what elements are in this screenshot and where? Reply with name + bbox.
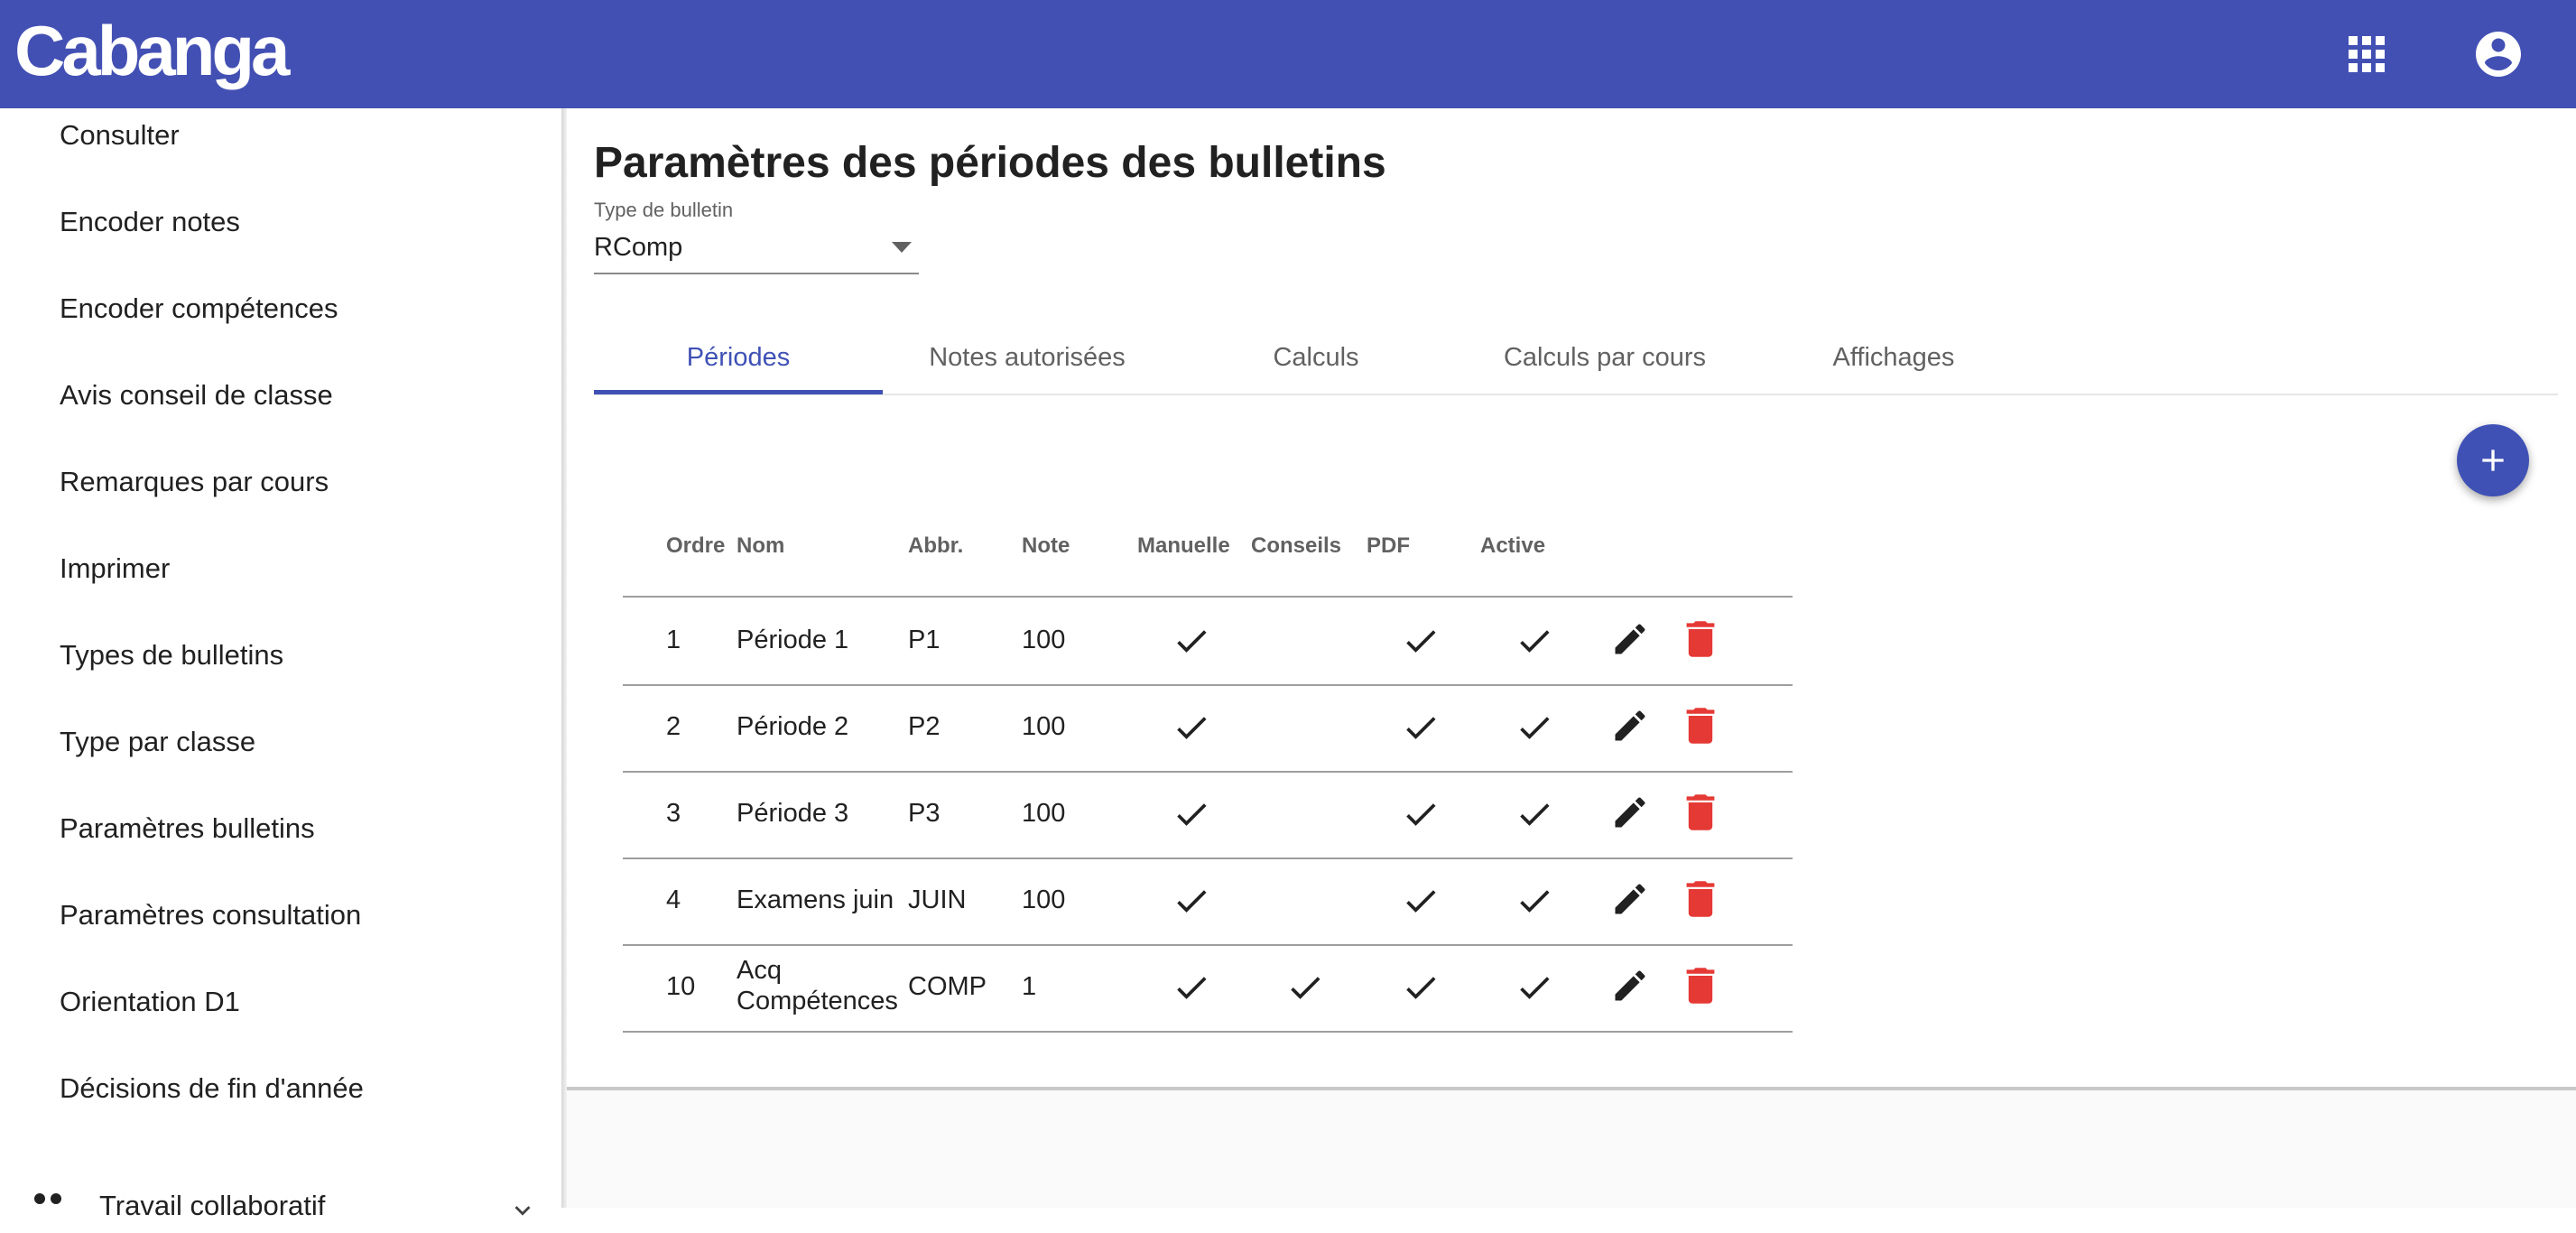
- table-row[interactable]: 1 Période 1 P1 100: [623, 598, 1793, 686]
- content-card: Paramètres des périodes des bulletins Ty…: [567, 108, 2576, 1090]
- sidebar-item-avis-conseil[interactable]: Avis conseil de classe: [60, 368, 333, 422]
- add-periode-button[interactable]: [2457, 424, 2529, 496]
- column-header-conseils[interactable]: Conseils: [1251, 533, 1341, 560]
- cell-nom: Examens juin: [737, 885, 894, 914]
- sidebar-item-orientation-d1[interactable]: Orientation D1: [60, 975, 240, 1029]
- cell-ordre: 3: [666, 799, 681, 828]
- sidebar-item-parametres-bulletins[interactable]: Paramètres bulletins: [60, 802, 315, 856]
- tab-calculs-par-cours[interactable]: Calculs par cours: [1460, 321, 1749, 394]
- cell-note: 100: [1022, 885, 1066, 914]
- check-icon: [1291, 977, 1320, 999]
- cell-nom: Acq: [737, 956, 782, 985]
- column-header-active[interactable]: Active: [1480, 533, 1545, 560]
- cell-nom: Période 1: [737, 626, 849, 654]
- apps-grid-icon[interactable]: [2340, 27, 2394, 81]
- cell-abbr: P3: [908, 799, 941, 828]
- tab-periodes[interactable]: Périodes: [594, 321, 883, 394]
- column-header-abbr[interactable]: Abbr.: [908, 533, 963, 560]
- delete-icon[interactable]: [1684, 706, 1717, 746]
- delete-icon[interactable]: [1684, 793, 1717, 832]
- table-row[interactable]: 10 Acq Compétences COMP 1: [623, 944, 1793, 1033]
- table-row[interactable]: 3 Période 3 P3 100: [623, 771, 1793, 859]
- cell-nom: Période 2: [737, 712, 849, 741]
- page-title: Paramètres des périodes des bulletins: [594, 139, 1386, 187]
- sidebar-item-imprimer[interactable]: Imprimer: [60, 542, 170, 596]
- tab-calculs[interactable]: Calculs: [1172, 321, 1460, 394]
- sidebar-item-encoder-competences[interactable]: Encoder compétences: [60, 282, 338, 336]
- dropdown-arrow-icon: [892, 242, 912, 253]
- main-content: Paramètres des périodes des bulletins Ty…: [567, 108, 2576, 1208]
- edit-icon[interactable]: [1610, 879, 1650, 919]
- cell-ordre: 2: [666, 712, 681, 741]
- column-header-manuelle[interactable]: Manuelle: [1137, 533, 1230, 560]
- sidebar-item-encoder-notes[interactable]: Encoder notes: [60, 195, 240, 249]
- column-header-ordre[interactable]: Ordre: [666, 533, 725, 560]
- tab-affichages[interactable]: Affichages: [1749, 321, 2038, 394]
- sidebar-item-type-par-classe[interactable]: Type par classe: [60, 715, 255, 769]
- edit-icon[interactable]: [1610, 793, 1650, 832]
- cell-abbr: P1: [908, 626, 941, 654]
- check-icon: [1177, 630, 1207, 653]
- cell-abbr: P2: [908, 712, 941, 741]
- check-icon: [1406, 803, 1436, 826]
- cell-note: 100: [1022, 799, 1066, 828]
- chevron-down-icon[interactable]: [507, 1195, 538, 1226]
- check-icon: [1406, 890, 1436, 913]
- column-header-pdf[interactable]: PDF: [1367, 533, 1410, 560]
- sidebar-item-decisions[interactable]: Décisions de fin d'année: [60, 1061, 364, 1116]
- app-logo[interactable]: Cabanga: [14, 5, 290, 96]
- cell-abbr: COMP: [908, 972, 987, 1001]
- check-icon: [1177, 803, 1207, 826]
- active-tab-indicator: [594, 390, 883, 394]
- cell-ordre: 4: [666, 885, 681, 914]
- check-icon: [1520, 630, 1550, 653]
- sidebar-group-collaboratif[interactable]: Travail collaboratif: [27, 1179, 542, 1233]
- group-icon: [34, 1193, 61, 1204]
- account-circle-icon[interactable]: [2471, 27, 2525, 81]
- column-header-note[interactable]: Note: [1022, 533, 1070, 560]
- check-icon: [1406, 717, 1436, 739]
- edit-icon[interactable]: [1610, 619, 1650, 659]
- check-icon: [1520, 803, 1550, 826]
- sidebar-nav: Consulter Encoder notes Encoder compéten…: [0, 108, 561, 1208]
- select-value: RComp: [594, 233, 683, 262]
- delete-icon[interactable]: [1684, 879, 1717, 919]
- check-icon: [1406, 977, 1436, 999]
- check-icon: [1177, 717, 1207, 739]
- add-icon: [2482, 450, 2504, 471]
- sidebar-item-consulter[interactable]: Consulter: [60, 108, 180, 162]
- cell-note: 1: [1022, 972, 1037, 1001]
- check-icon: [1177, 890, 1207, 913]
- delete-icon[interactable]: [1684, 619, 1717, 659]
- sidebar-item-types-bulletins[interactable]: Types de bulletins: [60, 628, 283, 682]
- sidebar-item-parametres-consultation[interactable]: Paramètres consultation: [60, 888, 361, 942]
- cell-nom-line2: Compétences: [737, 987, 898, 1015]
- tab-notes-autorisees[interactable]: Notes autorisées: [883, 321, 1172, 394]
- top-app-bar: Cabanga: [0, 0, 2576, 108]
- tab-bar: Périodes Notes autorisées Calculs Calcul…: [594, 321, 2558, 395]
- table-row[interactable]: 2 Période 2 P2 100: [623, 684, 1793, 773]
- check-icon: [1406, 630, 1436, 653]
- cell-nom: Période 3: [737, 799, 849, 828]
- edit-icon[interactable]: [1610, 706, 1650, 746]
- delete-icon[interactable]: [1684, 966, 1717, 1006]
- table-row[interactable]: 4 Examens juin JUIN 100: [623, 858, 1793, 946]
- cell-note: 100: [1022, 712, 1066, 741]
- sidebar-group-label: Travail collaboratif: [99, 1190, 326, 1221]
- edit-icon[interactable]: [1610, 966, 1650, 1006]
- column-header-nom[interactable]: Nom: [737, 533, 784, 560]
- sidebar-item-remarques[interactable]: Remarques par cours: [60, 455, 329, 509]
- bulletin-type-select[interactable]: RComp: [594, 226, 919, 274]
- check-icon: [1177, 977, 1207, 999]
- check-icon: [1520, 890, 1550, 913]
- cell-ordre: 10: [666, 972, 696, 1001]
- cell-ordre: 1: [666, 626, 681, 654]
- cell-abbr: JUIN: [908, 885, 967, 914]
- select-label: Type de bulletin: [594, 199, 734, 221]
- check-icon: [1520, 977, 1550, 999]
- check-icon: [1520, 717, 1550, 739]
- cell-note: 100: [1022, 626, 1066, 654]
